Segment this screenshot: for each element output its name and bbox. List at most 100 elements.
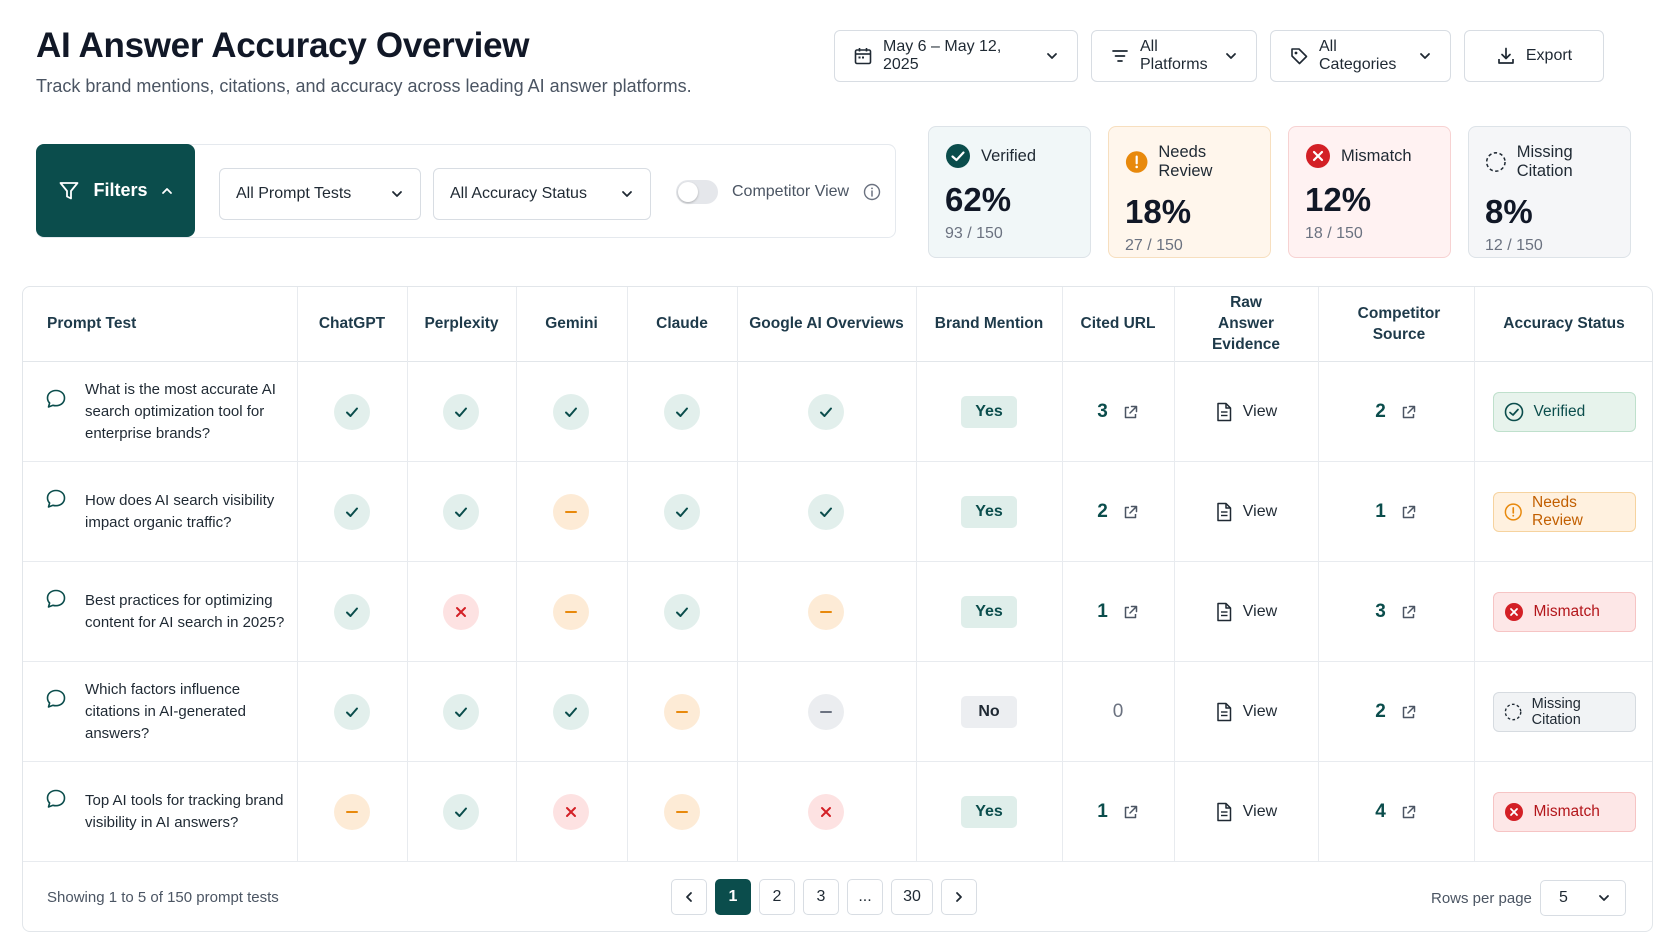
page-button[interactable]: 1 <box>715 879 751 915</box>
external-link-icon[interactable] <box>1400 504 1417 521</box>
stat-label: Mismatch <box>1341 146 1412 165</box>
platform-cell <box>786 562 866 662</box>
competitor-source-count[interactable]: 4 <box>1375 801 1417 823</box>
competitor-source-cell: 2 <box>1318 662 1474 762</box>
chat-bubble-icon <box>46 589 66 608</box>
col-gemini: Gemini <box>545 315 598 333</box>
brand-mention-cell: Yes <box>916 362 1062 462</box>
prompt-text: How does AI search visibility impact org… <box>85 492 275 531</box>
brand-mention-badge: Yes <box>961 596 1017 628</box>
info-icon[interactable] <box>863 183 881 201</box>
col-competitor-source: Competitor Source <box>1357 304 1441 343</box>
cited-url-count[interactable]: 2 <box>1097 501 1139 523</box>
platform-cell <box>642 762 722 862</box>
cited-url-cell: 2 <box>1062 462 1174 562</box>
platform-cell <box>642 662 722 762</box>
stat-value: 18% <box>1125 193 1192 230</box>
cited-url-count[interactable]: 1 <box>1097 601 1139 623</box>
prompt-text: Top AI tools for tracking brand visibili… <box>85 792 284 831</box>
table-row[interactable]: What is the most accurate AI search opti… <box>23 362 1652 462</box>
chat-bubble-icon <box>46 489 66 508</box>
external-link-icon[interactable] <box>1122 404 1139 421</box>
stat-card-verified[interactable]: Verified 62% 93 / 150 <box>928 126 1091 258</box>
cited-url-count[interactable]: 3 <box>1097 401 1139 423</box>
prompt-cell: What is the most accurate AI search opti… <box>45 362 295 462</box>
competitor-view-label: Competitor View <box>732 183 850 200</box>
competitor-source-count[interactable]: 2 <box>1375 701 1417 723</box>
platform-cell <box>531 462 611 562</box>
categories-dropdown[interactable]: All Categories <box>1270 30 1451 82</box>
raw-answer-cell: View <box>1174 562 1318 662</box>
view-evidence-link[interactable]: View <box>1215 502 1277 522</box>
view-evidence-link[interactable]: View <box>1215 702 1277 722</box>
minus-icon <box>334 794 370 830</box>
external-link-icon[interactable] <box>1400 404 1417 421</box>
table-row[interactable]: How does AI search visibility impact org… <box>23 462 1652 562</box>
check-icon <box>664 394 700 430</box>
view-label: View <box>1242 503 1278 520</box>
external-link-icon[interactable] <box>1400 704 1417 721</box>
stat-card-missing-citation[interactable]: Missing Citation 8% 12 / 150 <box>1468 126 1631 258</box>
rows-per-page-select[interactable]: 5 <box>1540 880 1626 916</box>
prompt-cell: How does AI search visibility impact org… <box>45 462 295 562</box>
pagination: 1 2 3 ... 30 <box>671 879 977 915</box>
export-button[interactable]: Export <box>1464 30 1604 82</box>
competitor-source-count[interactable]: 2 <box>1375 401 1417 423</box>
check-circle-icon <box>1504 402 1523 422</box>
status-badge[interactable]: Needs Review <box>1492 492 1636 532</box>
external-link-icon[interactable] <box>1122 504 1139 521</box>
status-label: Mismatch <box>1533 803 1600 820</box>
external-link-icon[interactable] <box>1400 804 1417 821</box>
chevron-down-icon <box>1226 53 1236 59</box>
accuracy-status-cell: Missing Citation <box>1474 662 1652 762</box>
accuracy-status-cell: Mismatch <box>1474 762 1652 862</box>
platform-cell <box>421 662 501 762</box>
stat-card-needs-review[interactable]: Needs Review 18% 27 / 150 <box>1108 126 1271 258</box>
warning-circle-icon <box>1125 151 1148 173</box>
chat-bubble-icon <box>46 789 66 808</box>
page-button[interactable]: 2 <box>759 879 795 915</box>
col-accuracy-status: Accuracy Status <box>1503 315 1625 333</box>
external-link-icon[interactable] <box>1122 604 1139 621</box>
competitor-source-value: 3 <box>1375 601 1386 622</box>
check-icon <box>808 394 844 430</box>
filters-button[interactable]: Filters <box>36 144 195 237</box>
table-row[interactable]: Top AI tools for tracking brand visibili… <box>23 762 1652 862</box>
stat-count: 27 / 150 <box>1125 237 1183 254</box>
page-button[interactable]: 3 <box>803 879 839 915</box>
platform-cell <box>786 362 866 462</box>
platform-cell <box>421 462 501 562</box>
brand-mention-badge: Yes <box>961 796 1017 828</box>
status-badge[interactable]: Missing Citation <box>1492 692 1636 732</box>
external-link-icon[interactable] <box>1122 804 1139 821</box>
stat-card-mismatch[interactable]: Mismatch 12% 18 / 150 <box>1288 126 1451 258</box>
prompt-tests-dropdown[interactable]: All Prompt Tests <box>219 168 421 220</box>
cited-url-cell: 0 <box>1062 662 1174 762</box>
view-evidence-link[interactable]: View <box>1215 802 1277 822</box>
table-row[interactable]: Which factors influence citations in AI-… <box>23 662 1652 762</box>
status-badge[interactable]: Mismatch <box>1492 592 1636 632</box>
competitor-source-count[interactable]: 3 <box>1375 601 1417 623</box>
view-evidence-link[interactable]: View <box>1215 602 1277 622</box>
next-page-button[interactable] <box>941 879 977 915</box>
prev-page-button[interactable] <box>671 879 707 915</box>
chevron-down-icon <box>622 191 632 197</box>
accuracy-status-dropdown[interactable]: All Accuracy Status <box>433 168 651 220</box>
check-icon <box>334 594 370 630</box>
competitor-source-cell: 4 <box>1318 762 1474 862</box>
view-evidence-link[interactable]: View <box>1215 402 1277 422</box>
competitor-source-cell: 2 <box>1318 362 1474 462</box>
competitor-source-count[interactable]: 1 <box>1375 501 1417 523</box>
competitor-view-toggle[interactable] <box>676 180 718 204</box>
cited-url-count[interactable]: 1 <box>1097 801 1139 823</box>
external-link-icon[interactable] <box>1400 604 1417 621</box>
status-badge[interactable]: Mismatch <box>1492 792 1636 832</box>
status-badge[interactable]: Verified <box>1492 392 1636 432</box>
status-label: Missing Citation <box>1531 696 1581 728</box>
page-button[interactable]: 30 <box>891 879 933 915</box>
date-range-picker[interactable]: May 6 – May 12, 2025 <box>834 30 1078 82</box>
document-icon <box>1217 502 1232 522</box>
platforms-dropdown[interactable]: All Platforms <box>1091 30 1257 82</box>
platform-cell <box>786 662 866 762</box>
table-row[interactable]: Best practices for optimizing content fo… <box>23 562 1652 662</box>
